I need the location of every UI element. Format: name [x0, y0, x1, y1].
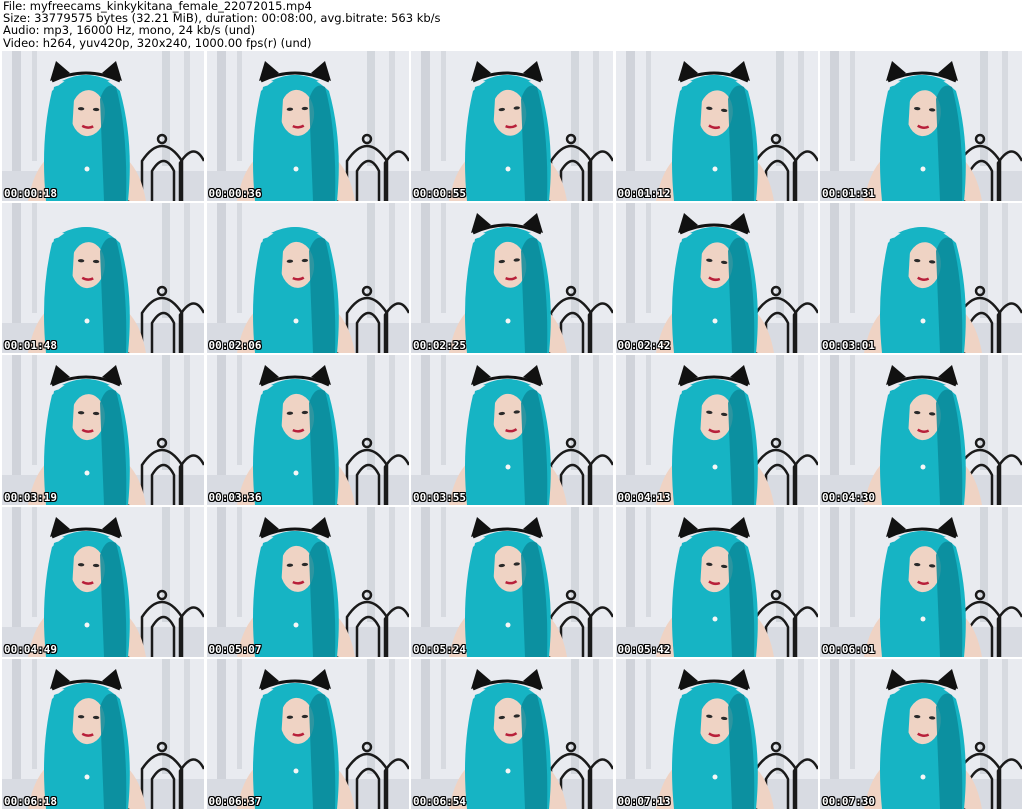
- thumbnail-timestamp: 00:01:31: [822, 187, 875, 200]
- thumbnail-image: [615, 51, 818, 201]
- video-thumbnail[interactable]: 00:00:18: [2, 51, 204, 201]
- thumbnail-timestamp: 00:00:36: [208, 187, 262, 200]
- thumbnail-image: [206, 355, 409, 505]
- thumbnail-timestamp: 00:04:49: [4, 643, 57, 656]
- video-thumbnail[interactable]: 00:00:36: [206, 51, 409, 201]
- thumbnail-timestamp: 00:07:30: [822, 795, 875, 808]
- video-thumbnail[interactable]: 00:03:36: [206, 355, 409, 505]
- thumbnail-timestamp: 00:02:25: [413, 339, 466, 352]
- video-thumbnail[interactable]: 00:06:18: [2, 659, 204, 809]
- video-thumbnail[interactable]: 00:07:13: [615, 659, 818, 809]
- thumbnail-image: [2, 51, 204, 201]
- video-info-line: Video: h264, yuv420p, 320x240, 1000.00 f…: [3, 35, 312, 50]
- thumbnail-timestamp: 00:03:01: [822, 339, 875, 352]
- thumbnail-timestamp: 00:04:30: [822, 491, 875, 504]
- video-thumbnail[interactable]: 00:06:37: [206, 659, 409, 809]
- thumbnail-timestamp: 00:06:01: [822, 643, 875, 656]
- thumbnail-image: [820, 659, 1022, 809]
- thumbnail-image: [2, 355, 204, 505]
- thumbnail-image: [2, 507, 204, 657]
- thumbnail-timestamp: 00:05:42: [617, 643, 671, 656]
- thumbnail-timestamp: 00:03:55: [413, 491, 466, 504]
- thumbnail-timestamp: 00:06:37: [208, 795, 262, 808]
- video-thumbnail[interactable]: 00:07:30: [820, 659, 1022, 809]
- video-thumbnail[interactable]: 00:02:06: [206, 203, 409, 353]
- thumbnail-timestamp: 00:01:12: [617, 187, 671, 200]
- thumbnail-image: [206, 659, 409, 809]
- thumbnail-image: [820, 355, 1022, 505]
- thumbnail-image: [615, 507, 818, 657]
- video-thumbnail[interactable]: 00:04:30: [820, 355, 1022, 505]
- thumbnail-image: [820, 51, 1022, 201]
- thumbnail-grid: 00:00:18 00:00:36 00:00:55 00:01:12 00:0…: [2, 51, 1022, 809]
- thumbnail-timestamp: 00:02:42: [617, 339, 671, 352]
- thumbnail-image: [411, 203, 613, 353]
- video-thumbnail[interactable]: 00:03:01: [820, 203, 1022, 353]
- video-thumbnail[interactable]: 00:05:42: [615, 507, 818, 657]
- video-thumbnail[interactable]: 00:03:55: [411, 355, 613, 505]
- thumbnail-image: [206, 507, 409, 657]
- thumbnail-timestamp: 00:03:19: [4, 491, 57, 504]
- video-thumbnail[interactable]: 00:02:25: [411, 203, 613, 353]
- video-thumbnail[interactable]: 00:00:55: [411, 51, 613, 201]
- video-thumbnail[interactable]: 00:03:19: [2, 355, 204, 505]
- thumbnail-timestamp: 00:03:36: [208, 491, 262, 504]
- thumbnail-timestamp: 00:06:18: [4, 795, 57, 808]
- thumbnail-image: [820, 507, 1022, 657]
- thumbnail-timestamp: 00:04:13: [617, 491, 671, 504]
- video-thumbnail[interactable]: 00:01:31: [820, 51, 1022, 201]
- thumbnail-timestamp: 00:00:55: [413, 187, 466, 200]
- thumbnail-timestamp: 00:05:07: [208, 643, 262, 656]
- video-thumbnail[interactable]: 00:06:01: [820, 507, 1022, 657]
- video-thumbnail[interactable]: 00:04:49: [2, 507, 204, 657]
- thumbnail-image: [206, 51, 409, 201]
- audio-info-line: Audio: mp3, 16000 Hz, mono, 24 kb/s (und…: [3, 23, 256, 38]
- thumbnail-image: [615, 659, 818, 809]
- thumbnail-image: [615, 203, 818, 353]
- thumbnail-timestamp: 00:06:54: [413, 795, 466, 808]
- thumbnail-timestamp: 00:01:48: [4, 339, 57, 352]
- thumbnail-timestamp: 00:02:06: [208, 339, 262, 352]
- thumbnail-image: [2, 203, 204, 353]
- thumbnail-image: [411, 507, 613, 657]
- thumbnail-timestamp: 00:00:18: [4, 187, 57, 200]
- thumbnail-image: [615, 355, 818, 505]
- video-thumbnail[interactable]: 00:05:07: [206, 507, 409, 657]
- video-thumbnail[interactable]: 00:01:48: [2, 203, 204, 353]
- thumbnail-image: [411, 355, 613, 505]
- video-thumbnail[interactable]: 00:02:42: [615, 203, 818, 353]
- video-thumbnail[interactable]: 00:04:13: [615, 355, 818, 505]
- file-info-header: File: myfreecams_kinkykitana_female_2207…: [0, 0, 1024, 50]
- thumbnail-image: [411, 659, 613, 809]
- thumbnail-image: [820, 203, 1022, 353]
- thumbnail-timestamp: 00:07:13: [617, 795, 671, 808]
- video-thumbnail[interactable]: 00:01:12: [615, 51, 818, 201]
- thumbnail-image: [2, 659, 204, 809]
- thumbnail-image: [206, 203, 409, 353]
- thumbnail-image: [411, 51, 613, 201]
- video-thumbnail[interactable]: 00:06:54: [411, 659, 613, 809]
- video-thumbnail[interactable]: 00:05:24: [411, 507, 613, 657]
- thumbnail-timestamp: 00:05:24: [413, 643, 466, 656]
